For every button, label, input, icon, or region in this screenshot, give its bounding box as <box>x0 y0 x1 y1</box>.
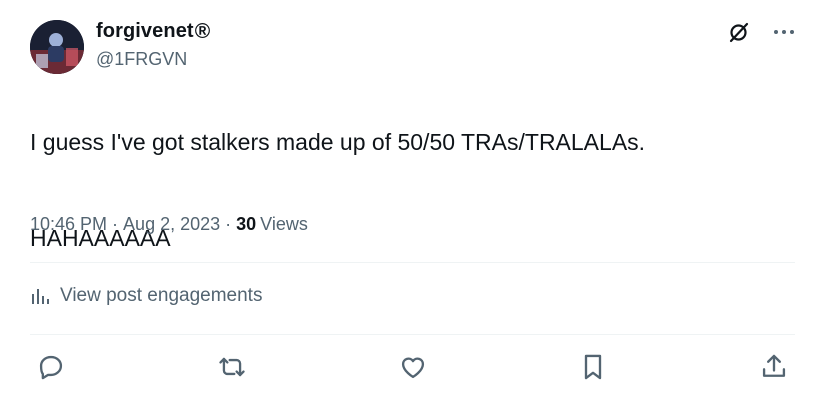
bookmark-icon[interactable] <box>578 352 608 382</box>
more-options-icon[interactable] <box>773 29 795 35</box>
reply-icon[interactable] <box>36 352 66 382</box>
post-text: I guess I've got stalkers made up of 50/… <box>30 94 790 286</box>
post-detail: forgivenet ® @1FRGVN I guess I've got st… <box>0 0 829 403</box>
divider <box>30 334 795 335</box>
registered-badge: ® <box>194 20 211 43</box>
author-handle[interactable]: @1FRGVN <box>96 49 187 70</box>
post-time[interactable]: 10:46 PM <box>30 214 107 235</box>
views-count: 30 <box>236 214 257 234</box>
meta-separator: · <box>112 214 119 234</box>
share-icon[interactable] <box>759 352 789 382</box>
like-icon[interactable] <box>398 352 428 382</box>
post-text-line: I guess I've got stalkers made up of 50/… <box>30 129 646 155</box>
repost-icon[interactable] <box>217 352 247 382</box>
post-top-actions <box>727 20 795 44</box>
grok-icon[interactable] <box>727 20 751 44</box>
analytics-icon <box>30 286 50 306</box>
author-display-name[interactable]: forgivenet <box>96 20 194 43</box>
meta-separator: · <box>225 214 232 234</box>
post-action-bar <box>36 352 789 382</box>
views-label: Views <box>260 214 308 234</box>
view-engagements-link[interactable]: View post engagements <box>30 285 262 307</box>
author-name-row: forgivenet ® <box>96 20 210 43</box>
avatar[interactable] <box>30 20 84 74</box>
post-meta: 10:46 PM · Aug 2, 2023 · 30 Views <box>30 214 308 235</box>
view-engagements-label: View post engagements <box>60 285 263 306</box>
post-date[interactable]: Aug 2, 2023 <box>123 214 220 235</box>
divider <box>30 262 795 263</box>
